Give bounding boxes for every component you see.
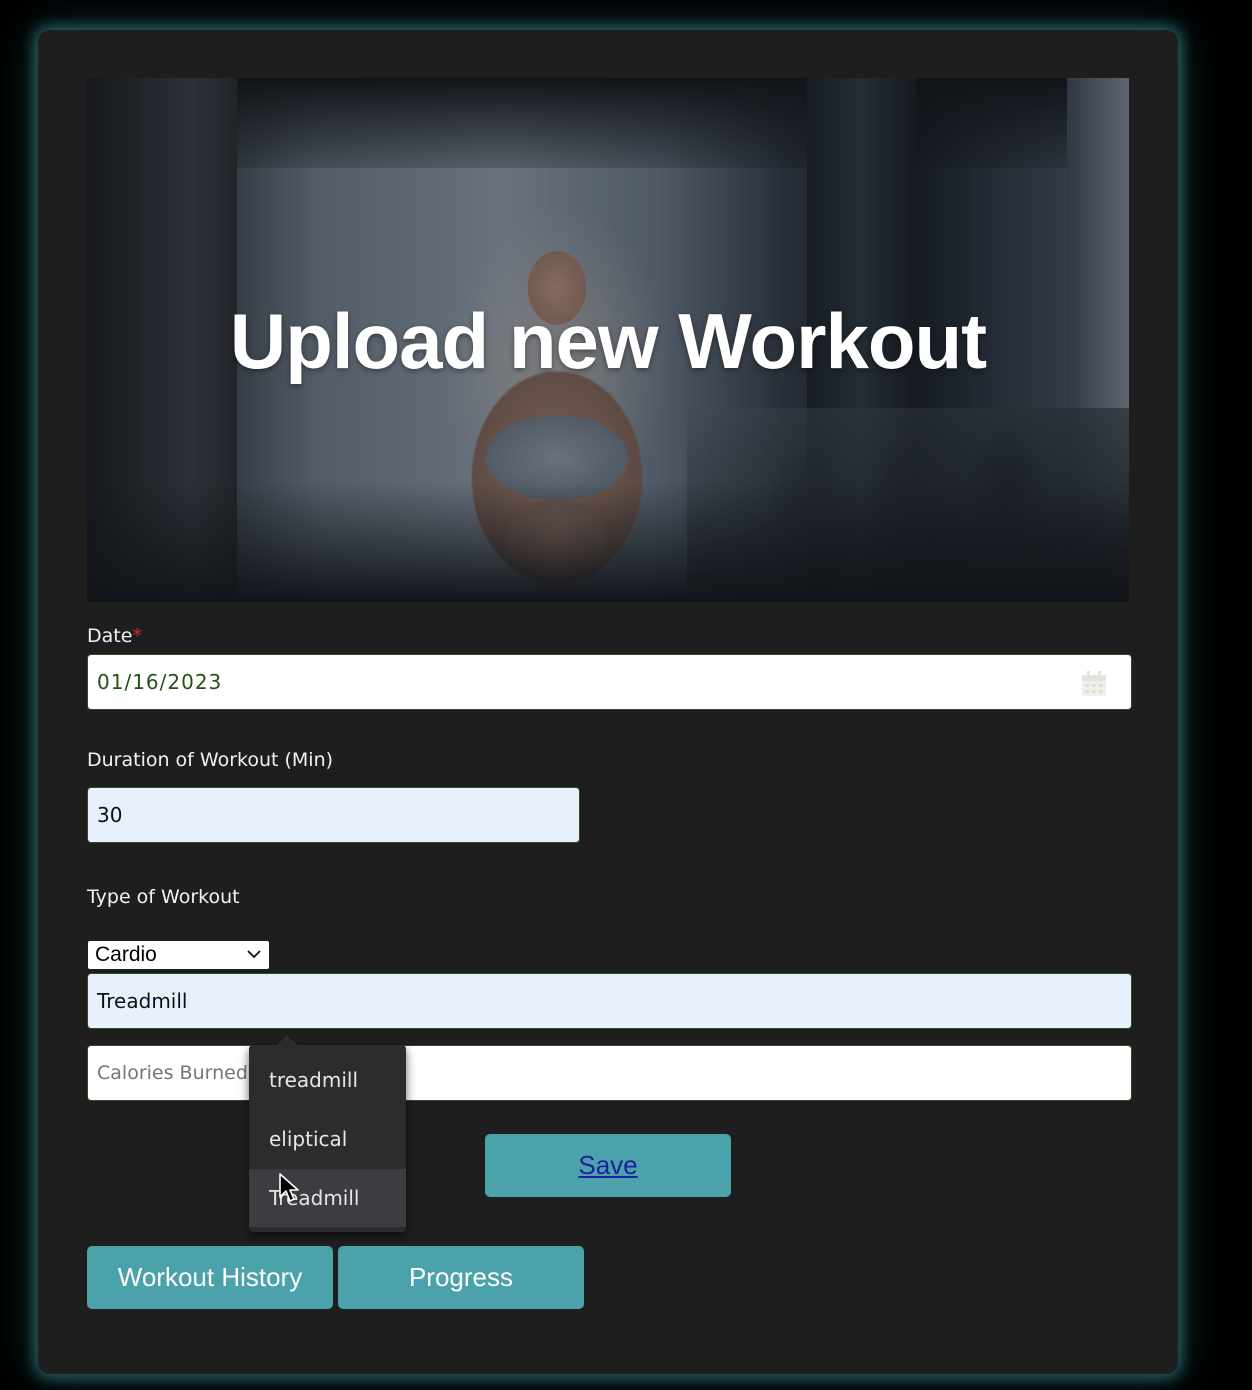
workout-history-button[interactable]: Workout History [87,1246,333,1309]
hero-banner: Upload new Workout [87,78,1129,602]
autocomplete-option[interactable]: eliptical [249,1110,406,1168]
exercise-value: Treadmill [97,989,188,1013]
autocomplete-dropdown: treadmill eliptical Treadmill [249,1035,406,1232]
calories-input[interactable]: Calories Burned [87,1045,1132,1101]
exercise-input[interactable]: Treadmill [87,973,1132,1029]
autocomplete-option-highlighted[interactable]: Treadmill [249,1169,406,1227]
date-label-text: Date [87,625,133,647]
duration-input[interactable]: 30 [87,787,580,843]
required-marker: * [132,625,142,647]
workout-type-label: Type of Workout [87,886,240,908]
workout-form-card: Upload new Workout Date* 01/16/2023 Dura… [38,30,1178,1374]
workout-type-selected: Cardio [95,943,157,966]
calories-placeholder: Calories Burned [97,1062,248,1084]
autocomplete-option[interactable]: treadmill [249,1051,406,1109]
chevron-down-icon [247,950,261,959]
page-title: Upload new Workout [229,297,987,385]
duration-value: 30 [97,803,123,827]
workout-type-select[interactable]: Cardio [87,940,270,970]
date-value: 01/16/2023 [97,670,223,694]
mouse-cursor-icon [279,1173,299,1202]
date-input[interactable]: 01/16/2023 [87,654,1132,710]
save-button-label: Save [578,1150,638,1180]
calendar-icon[interactable] [1079,669,1109,699]
progress-button[interactable]: Progress [338,1246,584,1309]
duration-label: Duration of Workout (Min) [87,749,334,771]
date-label: Date* [87,625,142,647]
save-button[interactable]: Save [485,1134,731,1197]
